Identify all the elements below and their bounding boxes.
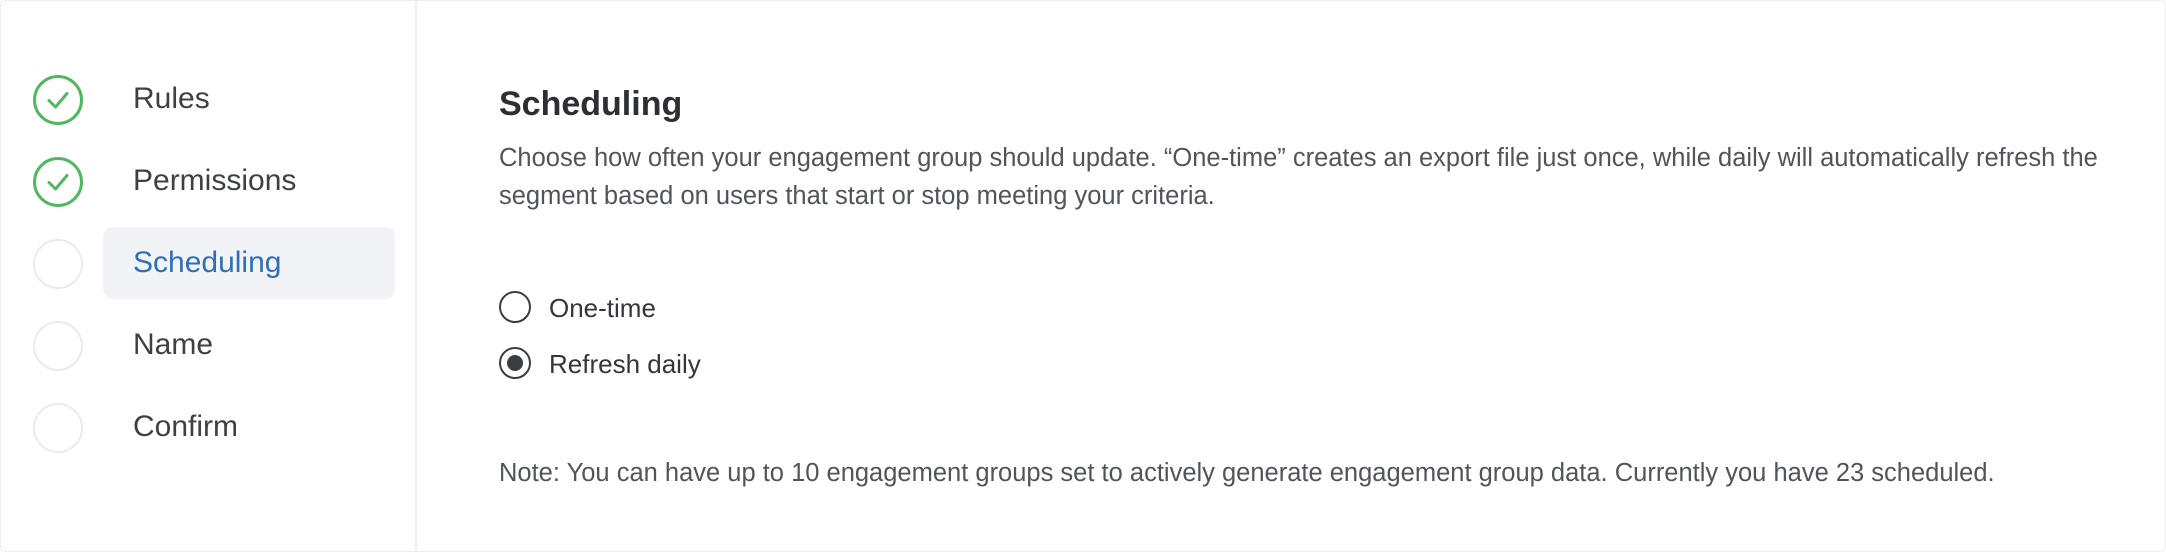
scheduling-note: Note: You can have up to 10 engagement g… (499, 459, 1995, 487)
check-circle-icon (33, 157, 83, 207)
empty-circle-icon (33, 239, 83, 289)
scheduling-content: Scheduling Choose how often your engagem… (499, 1, 2139, 551)
step-pill: Confirm (103, 391, 395, 463)
page-title: Scheduling (499, 85, 683, 123)
radio-button[interactable] (499, 291, 531, 323)
check-circle-icon (33, 75, 83, 125)
step-pill: Rules (103, 63, 395, 135)
step-permissions[interactable]: Permissions (1, 145, 417, 217)
step-pill: Name (103, 309, 395, 381)
empty-circle-icon (33, 403, 83, 453)
wizard-panel: Rules Permissions Scheduling Name Confir… (0, 0, 2166, 552)
step-label: Scheduling (133, 246, 282, 279)
step-label: Permissions (133, 164, 297, 197)
radio-label[interactable]: One-time (549, 288, 656, 328)
scheduling-description: Choose how often your engagement group s… (499, 144, 2098, 210)
step-rules[interactable]: Rules (1, 63, 417, 135)
step-label: Name (133, 328, 214, 361)
step-sidebar: Rules Permissions Scheduling Name Confir… (1, 1, 417, 551)
step-pill-active: Scheduling (103, 227, 395, 299)
step-pill: Permissions (103, 145, 395, 217)
step-name[interactable]: Name (1, 309, 417, 381)
radio-label[interactable]: Refresh daily (549, 344, 701, 384)
step-scheduling[interactable]: Scheduling (1, 227, 417, 299)
empty-circle-icon (33, 321, 83, 371)
step-confirm[interactable]: Confirm (1, 391, 417, 463)
step-label: Rules (133, 82, 210, 115)
radio-button-selected[interactable] (499, 347, 531, 379)
step-label: Confirm (133, 410, 239, 443)
